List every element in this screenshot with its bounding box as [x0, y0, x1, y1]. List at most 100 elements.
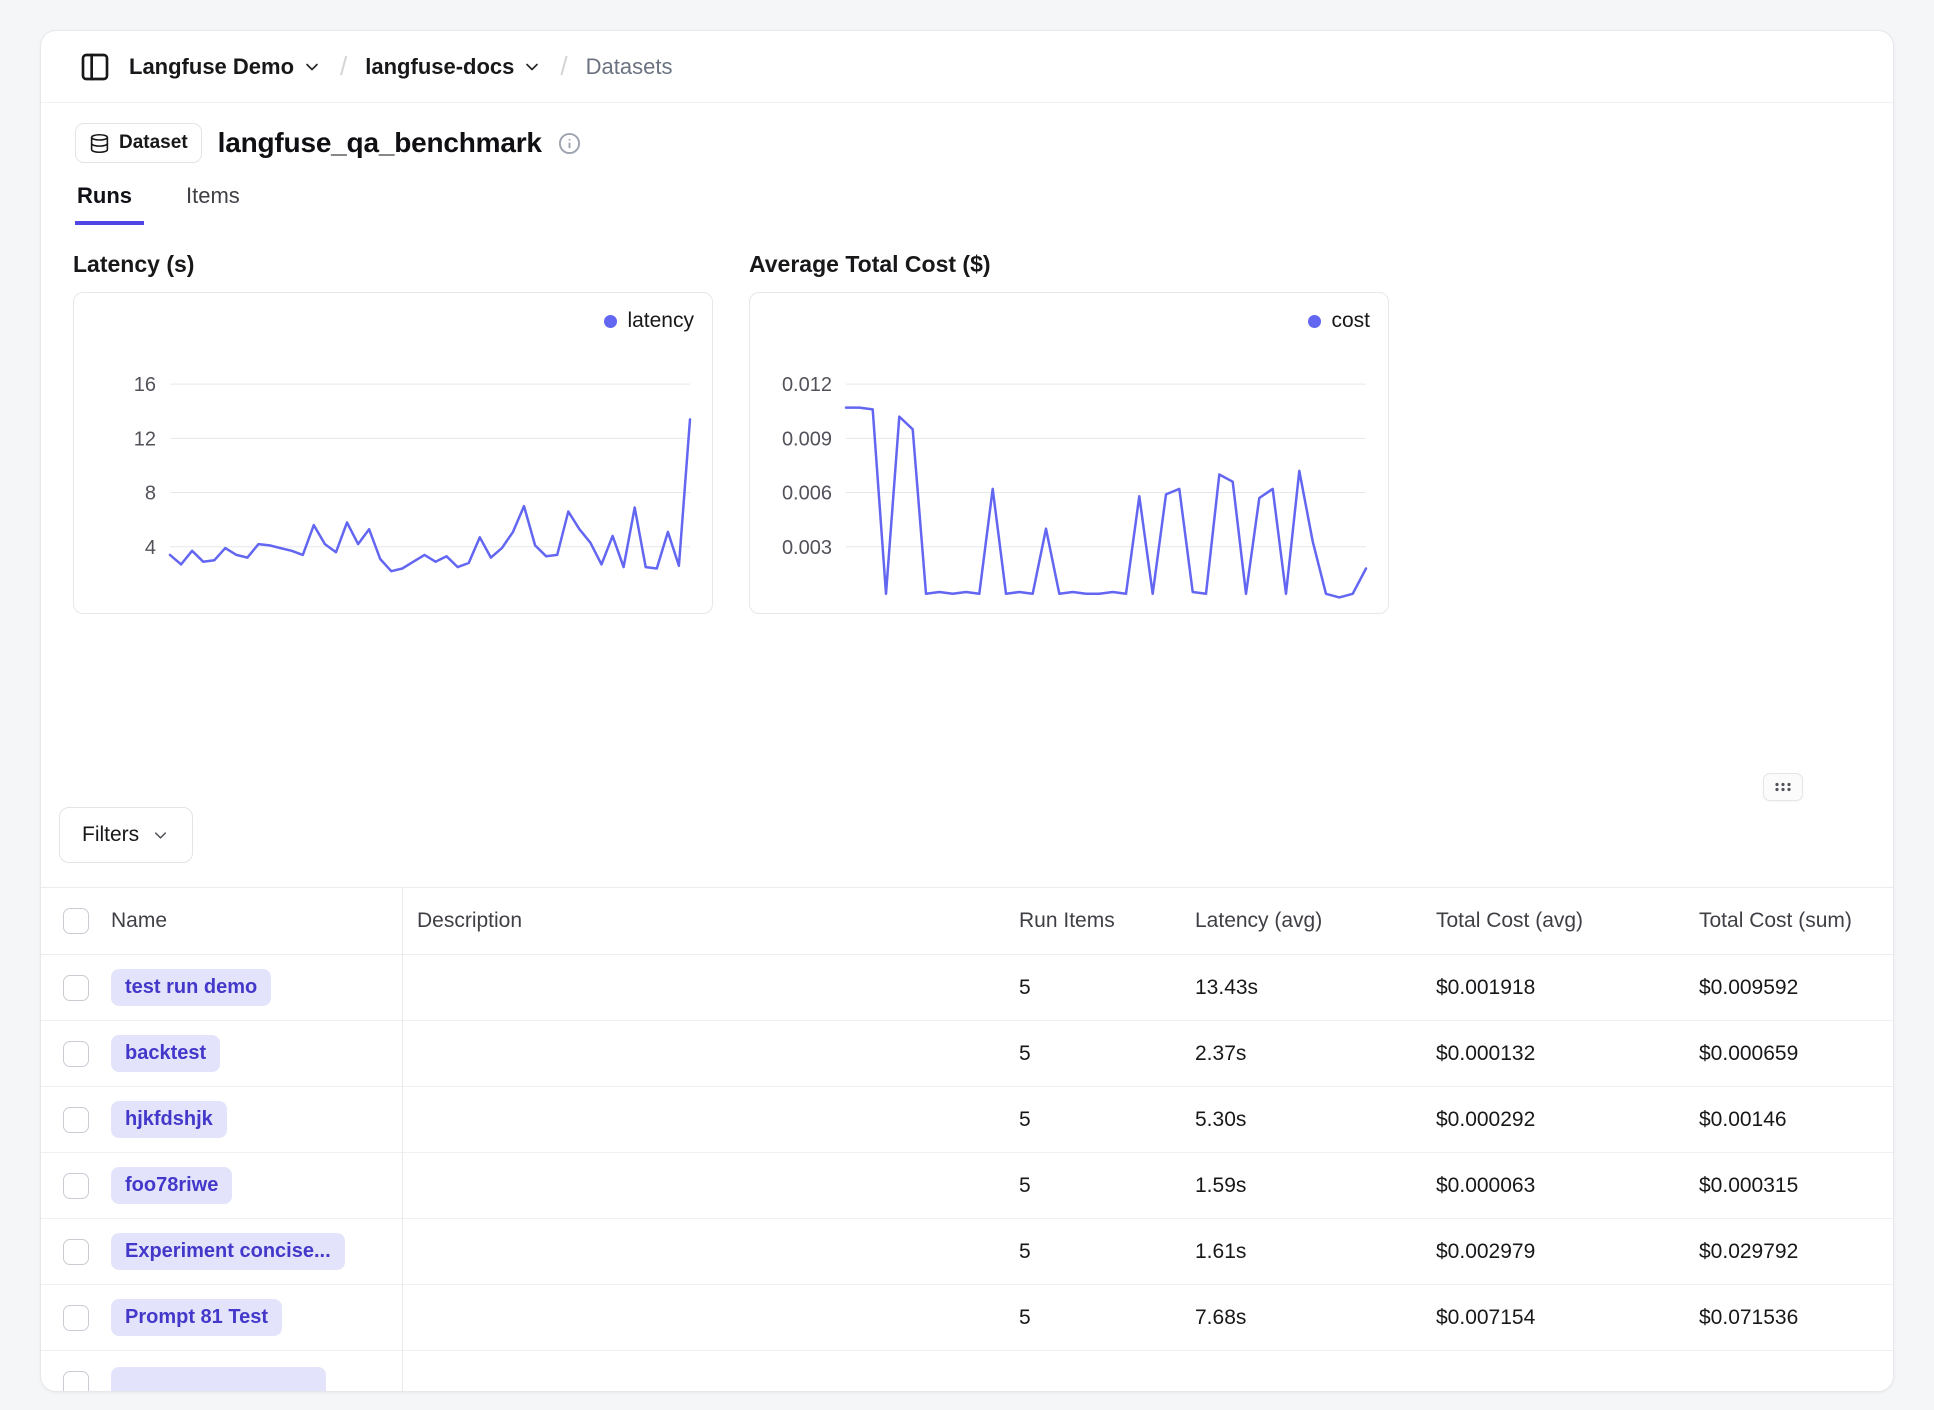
- dataset-type-badge: Dataset: [75, 123, 202, 163]
- legend-dot-icon: [1308, 315, 1321, 328]
- latency-avg-cell: 2.37s: [1181, 1042, 1422, 1066]
- table-row-partial[interactable]: [41, 1351, 1893, 1392]
- column-header-run-items: Run Items: [1005, 909, 1181, 933]
- grip-dots-icon: [1772, 779, 1794, 795]
- run-name-badge[interactable]: backtest: [111, 1035, 220, 1072]
- table-header-row: Name Description Run Items Latency (avg)…: [41, 887, 1893, 955]
- run-items-cell: 5: [1005, 1240, 1181, 1264]
- latency-chart-title: Latency (s): [73, 251, 713, 278]
- breadcrumb-organization[interactable]: Langfuse Demo: [129, 54, 322, 80]
- run-name-badge[interactable]: Prompt 81 Test: [111, 1299, 282, 1336]
- row-select-cell: [41, 1239, 103, 1265]
- row-select-cell: [41, 1107, 103, 1133]
- total-cost-sum-cell: $0.009592: [1685, 976, 1893, 1000]
- run-name-badge[interactable]: Experiment concise...: [111, 1233, 345, 1270]
- panel-resize-handle[interactable]: [1763, 773, 1803, 801]
- total-cost-sum-cell: $0.000315: [1685, 1174, 1893, 1198]
- table-body: test run demo513.43s$0.001918$0.009592ba…: [41, 955, 1893, 1392]
- row-checkbox[interactable]: [63, 975, 89, 1001]
- row-checkbox[interactable]: [63, 1173, 89, 1199]
- run-name-cell: Experiment concise...: [103, 1219, 403, 1284]
- column-header-total-cost-sum: Total Cost (sum): [1685, 909, 1893, 933]
- latency-chart: 481216 latency: [73, 292, 713, 614]
- filters-row: Filters: [41, 807, 1893, 863]
- latency-avg-cell: 1.61s: [1181, 1240, 1422, 1264]
- row-select-cell: [41, 1173, 103, 1199]
- row-checkbox[interactable]: [63, 1041, 89, 1067]
- row-select-cell: [41, 1041, 103, 1067]
- column-header-total-cost-avg: Total Cost (avg): [1422, 909, 1685, 933]
- svg-text:12: 12: [134, 428, 156, 450]
- total-cost-avg-cell: $0.007154: [1422, 1306, 1685, 1330]
- run-items-cell: 5: [1005, 976, 1181, 1000]
- charts-section: Latency (s) 481216 latency Average Total…: [41, 225, 1893, 614]
- legend-dot-icon: [604, 315, 617, 328]
- run-name-cell: foo78riwe: [103, 1153, 403, 1218]
- dataset-type-label: Dataset: [119, 132, 188, 154]
- row-select-cell: [41, 1351, 103, 1392]
- cost-chart-legend: cost: [1308, 309, 1370, 333]
- table-row[interactable]: hjkfdshjk55.30s$0.000292$0.00146: [41, 1087, 1893, 1153]
- column-header-description: Description: [403, 909, 1005, 933]
- filters-button[interactable]: Filters: [59, 807, 193, 863]
- svg-text:0.006: 0.006: [782, 483, 832, 505]
- table-row[interactable]: foo78riwe51.59s$0.000063$0.000315: [41, 1153, 1893, 1219]
- total-cost-sum-cell: $0.029792: [1685, 1240, 1893, 1264]
- cost-chart: 0.0030.0060.0090.012 cost: [749, 292, 1389, 614]
- row-checkbox[interactable]: [63, 1305, 89, 1331]
- run-name-badge[interactable]: hjkfdshjk: [111, 1101, 227, 1138]
- breadcrumb: Langfuse Demo / langfuse-docs / Datasets: [41, 31, 1893, 103]
- table-row[interactable]: test run demo 513.43s$0.001918$0.009592: [41, 955, 1893, 1021]
- legend-label: latency: [627, 309, 694, 333]
- run-name-cell: [103, 1351, 403, 1392]
- latency-chart-block: Latency (s) 481216 latency: [73, 251, 713, 614]
- run-name-badge[interactable]: [111, 1367, 326, 1392]
- breadcrumb-project[interactable]: langfuse-docs: [365, 54, 542, 80]
- row-select-cell: [41, 975, 103, 1001]
- table-row[interactable]: Prompt 81 Test57.68s$0.007154$0.071536: [41, 1285, 1893, 1351]
- run-items-cell: 5: [1005, 1108, 1181, 1132]
- table-row[interactable]: Experiment concise...51.61s$0.002979$0.0…: [41, 1219, 1893, 1285]
- run-name-badge[interactable]: test run demo: [111, 969, 271, 1006]
- cost-line-plot: 0.0030.0060.0090.012: [750, 293, 1388, 613]
- database-icon: [89, 133, 110, 154]
- tab-items[interactable]: Items: [184, 183, 252, 225]
- latency-avg-cell: 13.43s: [1181, 976, 1422, 1000]
- cost-chart-title: Average Total Cost ($): [749, 251, 1389, 278]
- svg-text:0.009: 0.009: [782, 428, 832, 450]
- breadcrumb-separator: /: [336, 51, 351, 82]
- select-all-checkbox[interactable]: [63, 908, 89, 934]
- chevron-down-icon: [522, 57, 542, 77]
- svg-text:8: 8: [145, 483, 156, 505]
- filters-button-label: Filters: [82, 823, 139, 847]
- legend-label: cost: [1331, 309, 1370, 333]
- page-title: langfuse_qa_benchmark: [218, 127, 542, 159]
- tab-bar: Runs Items: [41, 183, 1893, 225]
- sidebar-toggle-button[interactable]: [75, 47, 115, 87]
- run-name-cell: Prompt 81 Test: [103, 1285, 403, 1350]
- latency-chart-legend: latency: [604, 309, 694, 333]
- tab-runs[interactable]: Runs: [75, 183, 144, 225]
- run-items-cell: 5: [1005, 1174, 1181, 1198]
- runs-table: Name Description Run Items Latency (avg)…: [41, 887, 1893, 1392]
- chevron-down-icon: [151, 826, 170, 845]
- total-cost-avg-cell: $0.001918: [1422, 976, 1685, 1000]
- info-icon[interactable]: [558, 132, 581, 155]
- run-items-cell: 5: [1005, 1042, 1181, 1066]
- latency-avg-cell: 1.59s: [1181, 1174, 1422, 1198]
- total-cost-avg-cell: $0.000292: [1422, 1108, 1685, 1132]
- run-name-cell: backtest: [103, 1021, 403, 1086]
- row-checkbox[interactable]: [63, 1107, 89, 1133]
- run-name-badge[interactable]: foo78riwe: [111, 1167, 232, 1204]
- charts-panel-spacer: [41, 614, 1893, 807]
- total-cost-avg-cell: $0.000132: [1422, 1042, 1685, 1066]
- breadcrumb-organization-label: Langfuse Demo: [129, 54, 294, 80]
- table-row[interactable]: backtest52.37s$0.000132$0.000659: [41, 1021, 1893, 1087]
- row-select-cell: [41, 1305, 103, 1331]
- svg-text:16: 16: [134, 374, 156, 396]
- breadcrumb-section[interactable]: Datasets: [586, 54, 673, 80]
- app-window: Langfuse Demo / langfuse-docs / Datasets…: [40, 30, 1894, 1392]
- row-checkbox[interactable]: [63, 1239, 89, 1265]
- cost-chart-block: Average Total Cost ($) 0.0030.0060.0090.…: [749, 251, 1389, 614]
- row-checkbox[interactable]: [63, 1371, 89, 1392]
